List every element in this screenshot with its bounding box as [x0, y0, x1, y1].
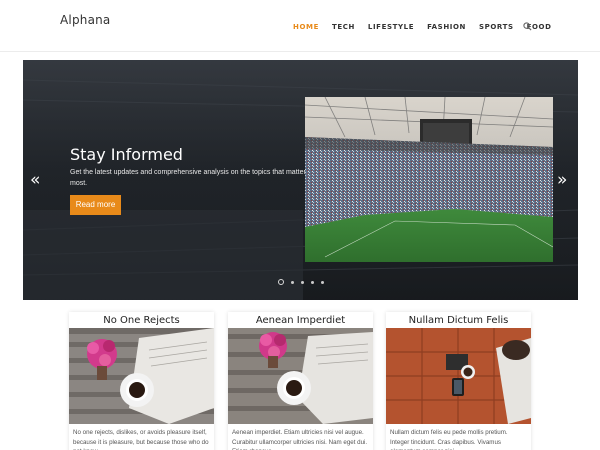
slider-dot-3[interactable] — [301, 280, 304, 284]
slider-dot-1[interactable] — [278, 279, 284, 285]
hero-slider: Stay Informed Get the latest updates and… — [23, 60, 578, 300]
post-card-excerpt: Aenean imperdiet. Etiam ultricies nisi v… — [232, 429, 368, 450]
slider-dot-5[interactable] — [321, 280, 324, 284]
post-card-image[interactable] — [386, 328, 531, 424]
nav-item-lifestyle[interactable]: LIFESTYLE — [368, 23, 414, 31]
slider-next-arrow-icon[interactable]: » — [557, 172, 567, 189]
nav-item-tech[interactable]: TECH — [332, 23, 355, 31]
nav-item-fashion[interactable]: FASHION — [427, 23, 466, 31]
post-card[interactable]: Aenean Imperdiet Aenean imperdiet. Etiam… — [228, 312, 373, 450]
post-card-image[interactable] — [228, 328, 373, 424]
slider-dot-2[interactable] — [291, 280, 294, 284]
post-card-excerpt: No one rejects, dislikes, or avoids plea… — [73, 429, 209, 450]
nav-item-sports[interactable]: SPORTS — [479, 23, 514, 31]
post-card-title[interactable]: No One Rejects — [69, 315, 214, 326]
post-card-title[interactable]: Aenean Imperdiet — [228, 315, 373, 326]
slider-pagination — [278, 279, 331, 285]
nav-item-home[interactable]: HOME — [293, 23, 319, 31]
slider-dot-4[interactable] — [311, 280, 314, 284]
site-logo[interactable]: Alphana — [60, 13, 110, 27]
stadium-photo — [305, 97, 553, 262]
post-card-title[interactable]: Nullam Dictum Felis — [386, 315, 531, 326]
page: Alphana HOME TECH LIFESTYLE FASHION SPOR… — [0, 0, 600, 450]
slider-prev-arrow-icon[interactable]: « — [30, 172, 40, 189]
post-card[interactable]: Nullam Dictum Felis Nullam dictum felis … — [386, 312, 531, 450]
post-card-image[interactable] — [69, 328, 214, 424]
hero-title: Stay Informed — [70, 145, 183, 164]
post-card-excerpt: Nullam dictum felis eu pede mollis preti… — [390, 429, 508, 450]
hero-description: Get the latest updates and comprehensive… — [70, 169, 306, 187]
post-card[interactable]: No One Rejects No one rejects, dislikes,… — [69, 312, 214, 450]
site-header: Alphana HOME TECH LIFESTYLE FASHION SPOR… — [0, 0, 600, 52]
search-icon[interactable] — [523, 22, 532, 31]
read-more-button[interactable]: Read more — [70, 195, 121, 215]
